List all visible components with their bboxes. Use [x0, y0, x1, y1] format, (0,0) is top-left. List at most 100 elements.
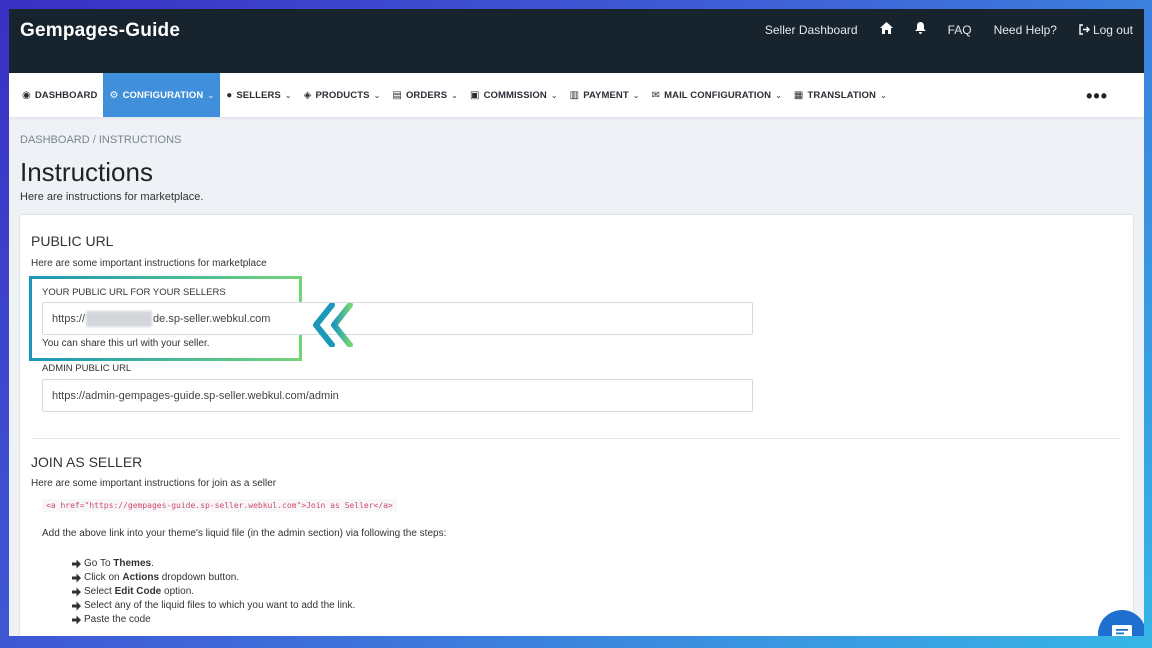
step-item: Select any of the liquid files to which …: [72, 599, 355, 613]
join-seller-desc: Here are some important instructions for…: [31, 478, 277, 489]
step-text-pre: Click on: [84, 572, 123, 583]
chevron-down-icon: ⌄: [373, 90, 381, 100]
chevron-down-icon: ⌄: [550, 90, 558, 100]
step-item: Paste the code: [72, 613, 355, 627]
dashboard-icon: ◉: [22, 89, 31, 101]
logout-link[interactable]: Log out: [1079, 23, 1133, 37]
step-text-pre: Go To: [84, 558, 114, 569]
step-text-bold: Actions: [122, 572, 160, 583]
top-bar: Gempages-Guide Seller Dashboard FAQ Need…: [9, 9, 1144, 73]
chat-icon: [1112, 625, 1132, 636]
admin-url-field[interactable]: https://admin-gempages-guide.sp-seller.w…: [42, 379, 753, 412]
clipboard-icon: ▤: [392, 89, 402, 101]
step-text-bold: Edit Code: [114, 586, 162, 597]
nav-item-mail-configuration[interactable]: ✉ MAIL CONFIGURATION ⌄: [646, 73, 788, 117]
breadcrumb: DASHBOARD / INSTRUCTIONS: [20, 134, 181, 146]
nav-items: ◉ DASHBOARD ⚙ CONFIGURATION ⌄ ● SELLERS ⌄ ◈ PRODU…: [16, 73, 893, 117]
join-steps-intro: Add the above link into your theme's liq…: [42, 528, 447, 539]
brand-title: Gempages-Guide: [20, 20, 181, 41]
step-item: Go To Themes.: [72, 557, 355, 571]
join-seller-title: JOIN AS SELLER: [31, 454, 143, 470]
seller-dashboard-link[interactable]: Seller Dashboard: [765, 23, 858, 37]
home-icon[interactable]: [879, 22, 893, 37]
seller-url-suffix: de.sp-seller.webkul.com: [153, 312, 271, 325]
page-subtitle: Here are instructions for marketplace.: [20, 191, 204, 203]
nav-item-products[interactable]: ◈ PRODUCTS ⌄: [298, 73, 387, 117]
step-text-pre: Select: [84, 586, 115, 597]
instructions-card: PUBLIC URL Here are some important instr…: [19, 214, 1134, 636]
arrow-right-icon: [72, 573, 81, 583]
breadcrumb-separator: /: [92, 134, 96, 146]
step-item: Select Edit Code option.: [72, 585, 355, 599]
money-icon: ▣: [470, 89, 480, 101]
main-nav: ◉ DASHBOARD ⚙ CONFIGURATION ⌄ ● SELLERS ⌄ ◈ PRODU…: [9, 73, 1144, 117]
nav-item-orders[interactable]: ▤ ORDERS ⌄: [386, 73, 464, 117]
seller-url-field[interactable]: https:// de.sp-seller.webkul.com: [42, 302, 753, 335]
nav-item-commission[interactable]: ▣ COMMISSION ⌄: [464, 73, 564, 117]
step-text-pre: Select any of the liquid files to which …: [84, 600, 356, 611]
step-text: Select Edit Code option.: [84, 585, 194, 599]
page-title: Instructions: [20, 157, 153, 187]
nav-item-label: DASHBOARD: [34, 89, 98, 101]
mail-icon: ✉: [651, 89, 661, 101]
step-text: Paste the code: [84, 613, 151, 627]
nav-item-label: COMMISSION: [483, 89, 547, 101]
nav-item-dashboard[interactable]: ◉ DASHBOARD: [16, 73, 103, 117]
user-icon: ●: [226, 89, 233, 101]
join-steps-list: Go To Themes. Click on Actions dropdown b…: [72, 557, 355, 627]
step-text: Select any of the liquid files to which …: [84, 599, 355, 613]
redacted-block: [86, 310, 153, 327]
nav-item-payment[interactable]: ▥ PAYMENT ⌄: [564, 73, 646, 117]
join-link-code: <a href="https://gempages-guide.sp-selle…: [42, 499, 397, 512]
breadcrumb-home[interactable]: DASHBOARD: [20, 134, 90, 146]
public-url-desc: Here are some important instructions for…: [31, 258, 267, 269]
translate-icon: ▦: [793, 89, 804, 101]
need-help-link[interactable]: Need Help?: [994, 23, 1057, 37]
nav-item-label: ORDERS: [405, 89, 448, 101]
chevron-down-icon: ⌄: [207, 90, 215, 100]
logout-icon: [1079, 24, 1090, 35]
arrow-right-icon: [72, 587, 81, 597]
step-text: Go To Themes.: [84, 557, 154, 571]
breadcrumb-current: INSTRUCTIONS: [98, 134, 182, 146]
chevron-down-icon: ⌄: [451, 90, 458, 100]
admin-url-value: https://admin-gempages-guide.sp-seller.w…: [52, 389, 339, 402]
step-text-bold: Themes: [113, 558, 152, 569]
step-text-pre: Paste the code: [84, 614, 151, 625]
step-text: Click on Actions dropdown button.: [84, 571, 239, 585]
payment-icon: ▥: [569, 89, 580, 101]
admin-url-label: ADMIN PUBLIC URL: [42, 363, 132, 374]
logout-label: Log out: [1092, 22, 1133, 37]
faq-link[interactable]: FAQ: [948, 23, 972, 37]
arrow-right-icon: [72, 615, 81, 625]
section-divider: [31, 438, 1121, 439]
tag-icon: ◈: [303, 89, 312, 101]
public-url-title: PUBLIC URL: [31, 233, 114, 249]
seller-url-label: YOUR PUBLIC URL FOR YOUR SELLERS: [42, 287, 226, 298]
chevron-down-icon: ⌄: [284, 90, 292, 100]
bell-icon[interactable]: [914, 22, 926, 37]
chevron-down-icon: ⌄: [632, 90, 640, 100]
nav-item-label: CONFIGURATION: [122, 89, 204, 101]
nav-item-label: SELLERS: [236, 89, 281, 101]
nav-item-label: MAIL CONFIGURATION: [664, 89, 772, 101]
step-text-post: dropdown button.: [159, 572, 240, 583]
step-item: Click on Actions dropdown button.: [72, 571, 355, 585]
nav-item-translation[interactable]: ▦ TRANSLATION ⌄: [788, 73, 893, 117]
double-chevron-left-icon: [313, 303, 353, 347]
seller-url-help: You can share this url with your seller.: [42, 338, 210, 349]
top-links: Seller Dashboard FAQ Need Help? Log out: [765, 22, 1133, 37]
nav-item-label: PRODUCTS: [315, 89, 370, 101]
chevron-down-icon: ⌄: [879, 90, 887, 100]
nav-item-label: PAYMENT: [583, 89, 629, 101]
gear-icon: ⚙: [109, 89, 119, 101]
arrow-right-icon: [72, 559, 81, 569]
seller-url-prefix: https://: [52, 312, 86, 325]
more-menu-icon[interactable]: •••: [1086, 86, 1108, 107]
arrow-right-icon: [72, 601, 81, 611]
step-text-post: .: [151, 558, 154, 569]
nav-item-label: TRANSLATION: [807, 89, 876, 101]
nav-item-configuration[interactable]: ⚙ CONFIGURATION ⌄: [103, 73, 221, 117]
step-text-post: option.: [161, 586, 195, 597]
nav-item-sellers[interactable]: ● SELLERS ⌄: [220, 73, 297, 117]
